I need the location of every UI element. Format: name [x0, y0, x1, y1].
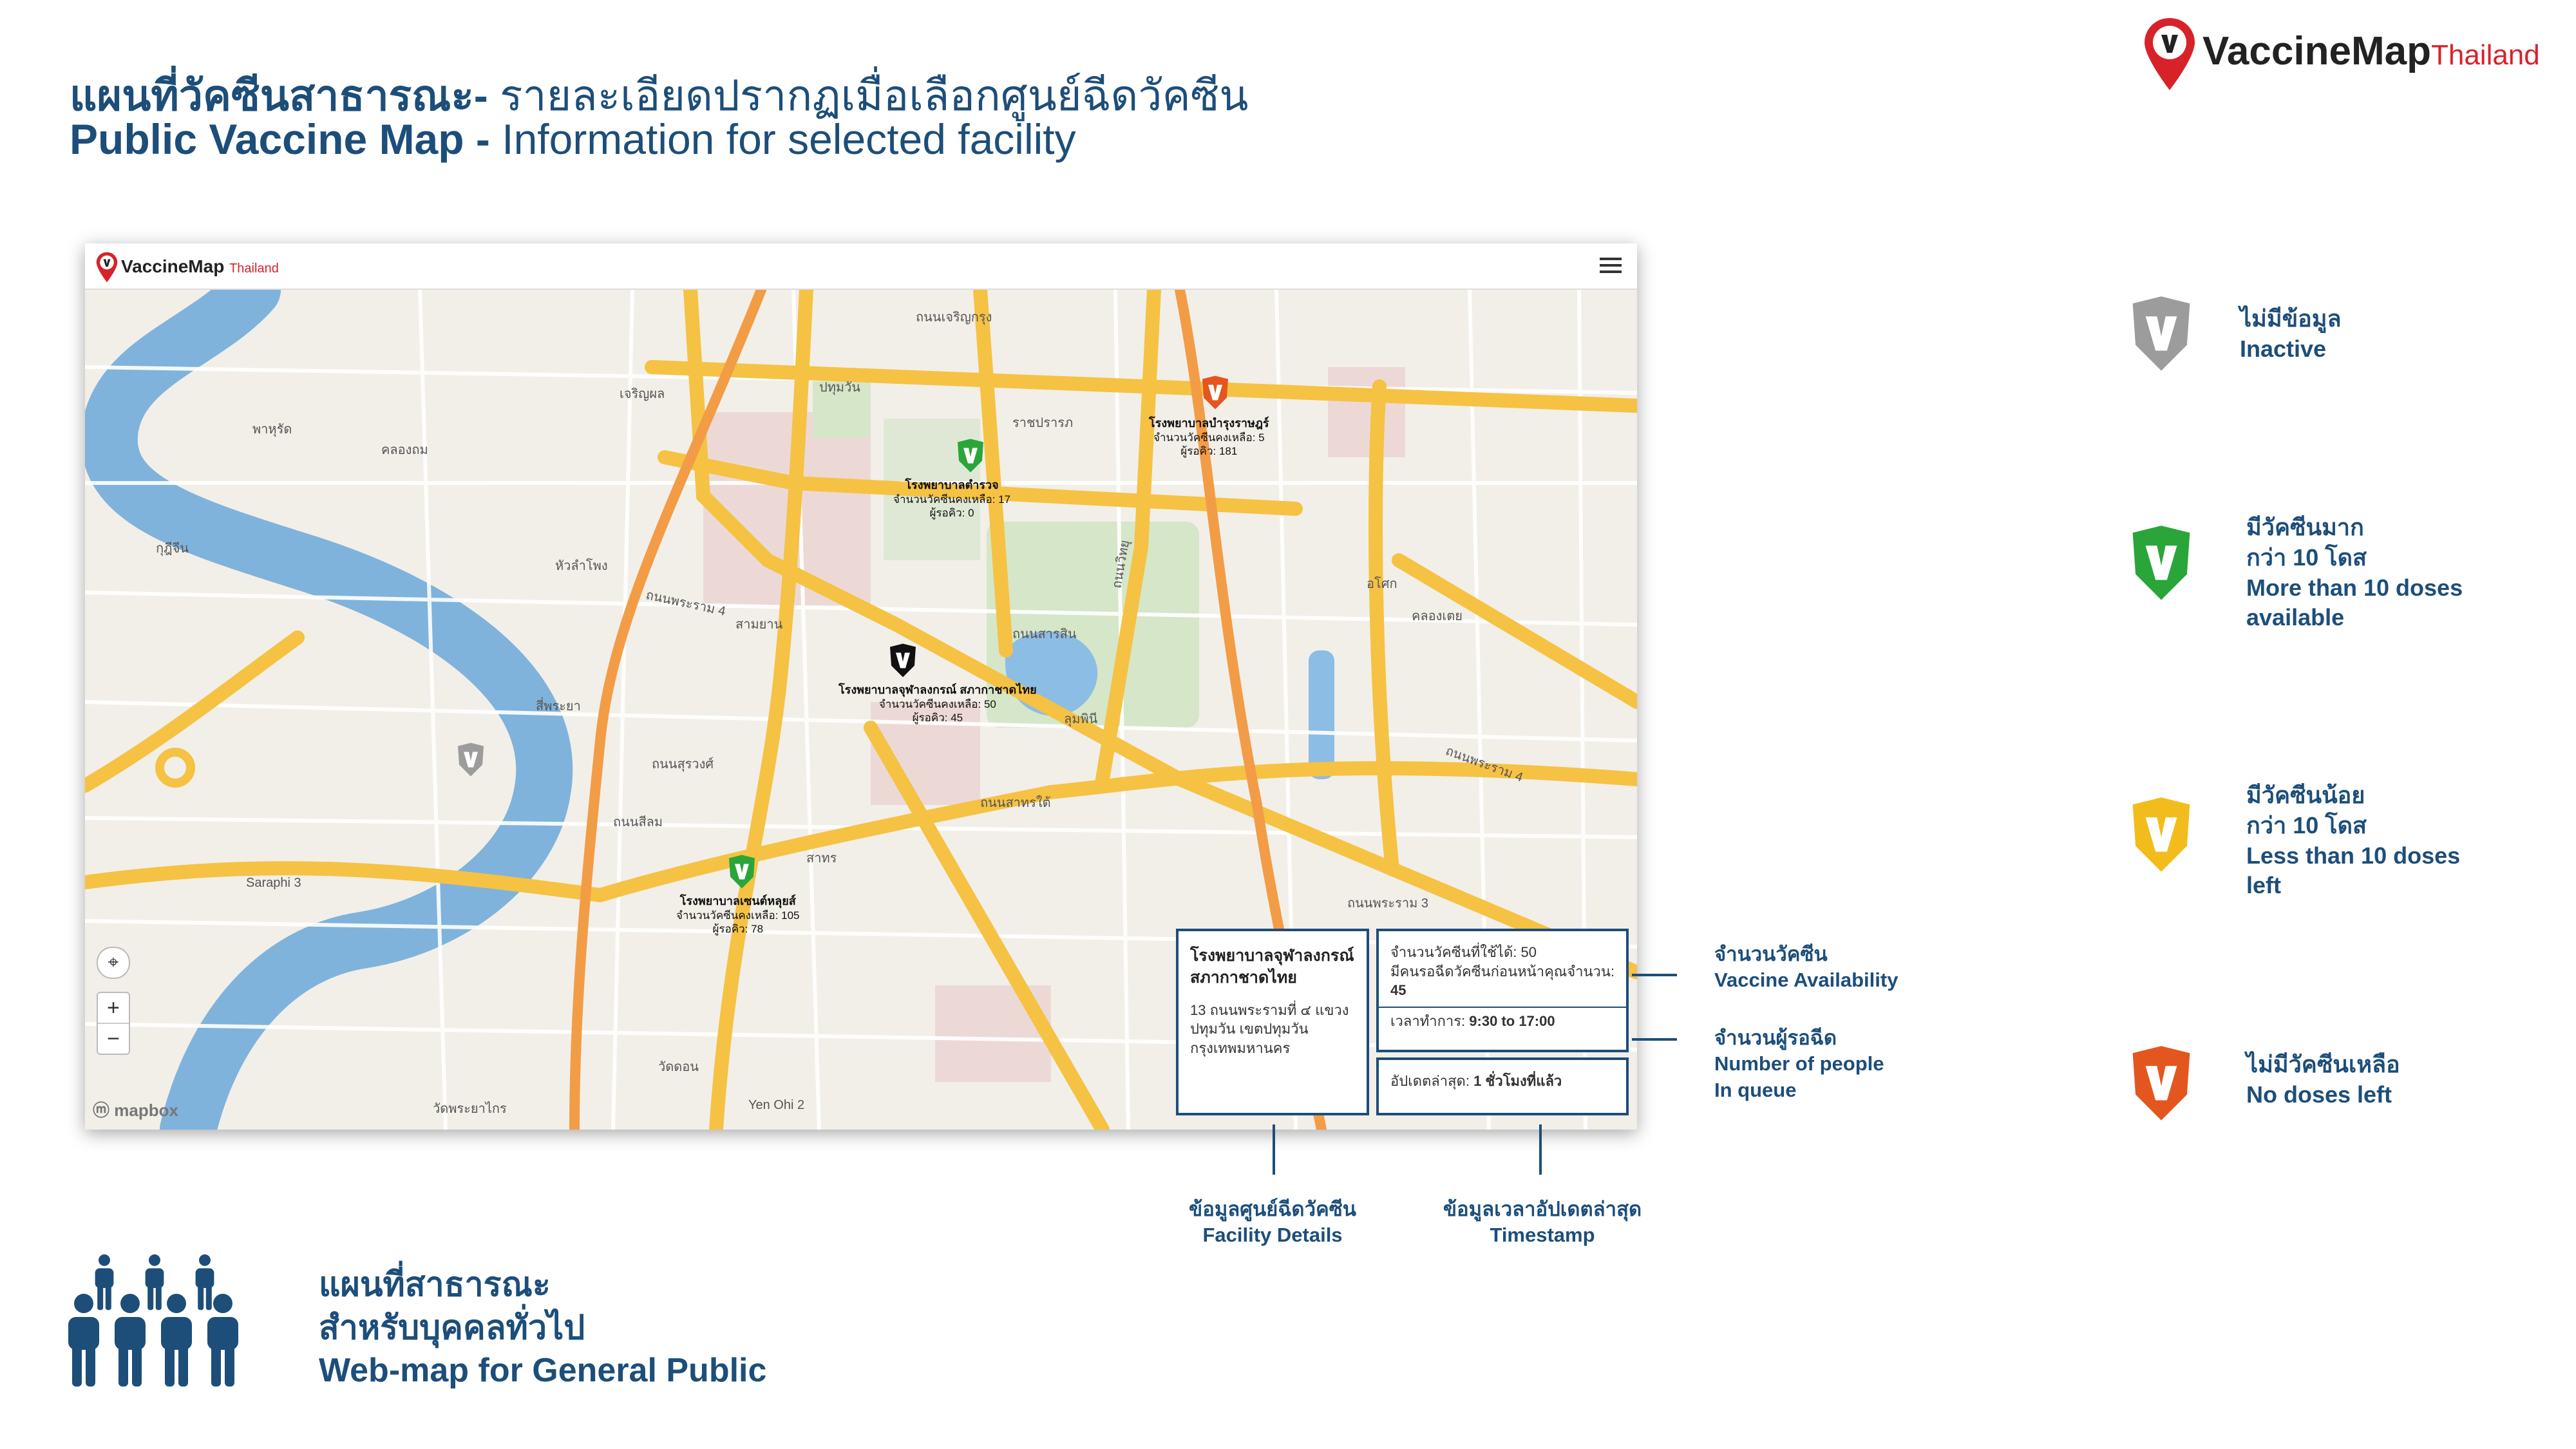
map-label: ถนนเจริญกรุง: [916, 310, 992, 325]
popup-hours: เวลาทำการ: 9:30 to 17:00: [1390, 1013, 1555, 1030]
facility-marker-gray-icon[interactable]: [455, 742, 487, 778]
popup-facility-address: 13 ถนนพระรามที่ ๔ แขวง ปทุมวัน เขตปทุมวัน…: [1190, 1001, 1349, 1056]
popup-queue: มีคนรอฉีดวัคซีนก่อนหน้าคุณจำนวน: 45: [1390, 963, 1615, 999]
zoom-in-button[interactable]: +: [98, 993, 129, 1024]
map-label: สามยาน: [735, 618, 783, 632]
app-logo-pin-icon[interactable]: [95, 251, 118, 283]
annotation-facility-details: ข้อมูลศูนย์ฉีดวัคซีน Facility Details: [1189, 1198, 1356, 1247]
map-label: ถนนสุรวงศ์: [652, 757, 714, 772]
facility-label-selected: โรงพยาบาลจุฬาลงกรณ์ สภากาชาดไทย จำนวนวัคซ…: [838, 683, 1037, 724]
annotation-line: [1273, 1124, 1275, 1175]
annotation-vaccine-availability: จำนวนวัคซีน Vaccine Availability: [1714, 943, 1899, 992]
facility-marker-orange-icon[interactable]: [1199, 375, 1231, 411]
legend-many-doses-text: มีวัคซีนมาก กว่า 10 โดส More than 10 doses…: [2246, 514, 2463, 631]
annotation-line: [1539, 1124, 1542, 1175]
map-label: ถนนสาทรใต้: [980, 796, 1051, 810]
map-label: ปทุมวัน: [819, 381, 860, 395]
crosshair-icon: ⌖: [108, 952, 119, 973]
facility-details-panel: โรงพยาบาลจุฬาลงกรณ์ สภากาชาดไทย 13 ถนนพระ…: [1176, 929, 1369, 1115]
map-label: เจริญผล: [620, 387, 665, 401]
map-label: กุฎีจีน: [156, 542, 189, 556]
facility-label: โรงพยาบาลเซนต์หลุยส์ จำนวนวัคซีนคงเหลือ: …: [676, 895, 800, 935]
timestamp-panel: อัปเดตล่าสุด: 1 ชั่วโมงที่แล้ว: [1376, 1057, 1629, 1115]
map-label: Yen Ohi 2: [748, 1098, 805, 1112]
legend-no-doses-text: ไม่มีวัคซีนเหลือ No doses left: [2246, 1051, 2400, 1108]
zoom-out-button[interactable]: −: [98, 1024, 129, 1054]
app-header-bar: VaccineMap Thailand: [85, 243, 1637, 290]
annotation-queue: จำนวนผู้รอฉีด Number of people In queue: [1714, 1027, 1884, 1101]
brand-pin-icon: [2142, 15, 2197, 93]
facility-marker-selected-icon[interactable]: [887, 643, 919, 679]
footer-caption: แผนที่สาธารณะ สำหรับบุคคลทั่วไป Web-map fo…: [319, 1266, 767, 1390]
legend-few-doses-text: มีวัคซีนน้อย กว่า 10 โดส Less than 10 dose…: [2246, 782, 2461, 899]
legend-inactive-text: ไม่มีข้อมูล Inactive: [2240, 305, 2342, 362]
map-label: ถนนสีลม: [613, 815, 663, 829]
people-group-icon: [64, 1253, 245, 1401]
locate-me-button[interactable]: ⌖: [97, 947, 130, 979]
facility-marker-green-icon[interactable]: [726, 854, 758, 890]
mapbox-attribution[interactable]: ⓜ mapbox: [93, 1097, 178, 1121]
hamburger-menu-icon[interactable]: [1600, 258, 1622, 274]
page-title-english: Public Vaccine Map - Information for sel…: [70, 115, 1076, 163]
zoom-control: + −: [97, 992, 130, 1055]
map-label: พาหุรัด: [252, 422, 292, 437]
app-logo-text[interactable]: VaccineMap Thailand: [121, 256, 279, 277]
legend-orange-shield-icon: [2125, 1045, 2197, 1123]
map-label: คลองเตย: [1412, 609, 1463, 623]
map-label: วัดดอน: [658, 1060, 699, 1074]
popup-available: จำนวนวัคซีนที่ใช้ได้: 50: [1390, 944, 1537, 960]
map-label: อโศก: [1367, 577, 1397, 591]
map-label: คลองถม: [381, 443, 428, 457]
map-label: Saraphi 3: [246, 876, 301, 890]
map-label: ลุมพินี: [1064, 712, 1098, 726]
map-label: หัวลำโพง: [555, 559, 608, 573]
popup-facility-name: โรงพยาบาลจุฬาลงกรณ์ สภากาชาดไทย: [1190, 947, 1354, 987]
vaccine-availability-panel: จำนวนวัคซีนที่ใช้ได้: 50 มีคนรอฉีดวัคซีน…: [1376, 929, 1629, 1052]
legend-yellow-shield-icon: [2125, 796, 2197, 875]
map-label: สาทร: [806, 851, 837, 866]
facility-label: โรงพยาบาลตำรวจ จำนวนวัคซีนคงเหลือ: 17 ผู้ร…: [893, 478, 1011, 519]
popup-updated: อัปเดตล่าสุด: 1 ชั่วโมงที่แล้ว: [1390, 1073, 1562, 1089]
legend-gray-shield-icon: [2125, 295, 2197, 374]
map-label: ถนนพระราม 3: [1347, 896, 1428, 911]
brand-logo-text: VaccineMapThailand: [2202, 29, 2540, 73]
map-app-frame: VaccineMap Thailand เจริญผล ปทุมวัน ราชป…: [85, 243, 1637, 1130]
facility-label: โรงพยาบาลบำรุงราษฎร์ จำนวนวัคซีนคงเหลือ: …: [1149, 417, 1269, 457]
annotation-line: [1632, 974, 1677, 976]
annotation-line: [1632, 1038, 1677, 1041]
annotation-timestamp: ข้อมูลเวลาอัปเดตล่าสุด Timestamp: [1443, 1198, 1642, 1247]
legend-green-shield-icon: [2125, 524, 2197, 603]
map-label: ถนนสารสิน: [1012, 627, 1077, 641]
facility-marker-green-icon[interactable]: [954, 438, 987, 474]
map-label: ราชปรารภ: [1012, 416, 1074, 430]
map-label: วัดพระยาไกร: [433, 1102, 507, 1116]
map-label: สี่พระยา: [536, 699, 581, 714]
